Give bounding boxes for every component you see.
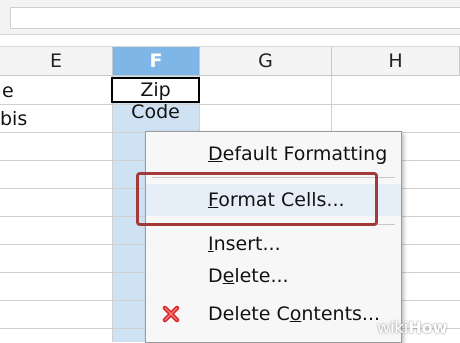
column-header-g[interactable]: G	[200, 46, 332, 76]
menu-item-label: Delete...	[208, 265, 289, 287]
context-menu: Default Formatting Format Cells... Inser…	[145, 131, 402, 343]
menu-item-label: Delete Contents...	[208, 303, 381, 325]
menu-item-default-formatting[interactable]: Default Formatting	[146, 138, 401, 170]
menu-item-insert[interactable]: Insert...	[146, 228, 401, 260]
wikihow-watermark: wikiHow	[377, 318, 448, 337]
menu-item-delete[interactable]: Delete...	[146, 260, 401, 292]
format-cells-highlight	[136, 172, 378, 226]
menu-item-label: Default Formatting	[208, 143, 388, 165]
formula-bar	[0, 0, 460, 35]
active-cell-f1[interactable]: Zip Code	[111, 77, 200, 123]
column-header-f[interactable]: F	[113, 46, 200, 76]
column-header-e[interactable]: E	[0, 46, 113, 76]
red-x-icon	[162, 305, 180, 323]
cell-e1[interactable]: e	[2, 80, 14, 102]
menu-item-label: Insert...	[208, 233, 281, 255]
formula-input[interactable]	[10, 7, 460, 29]
cell-e2[interactable]: bis	[0, 108, 27, 130]
column-header-h[interactable]: H	[332, 46, 460, 76]
menu-item-delete-contents[interactable]: Delete Contents...	[146, 298, 401, 330]
